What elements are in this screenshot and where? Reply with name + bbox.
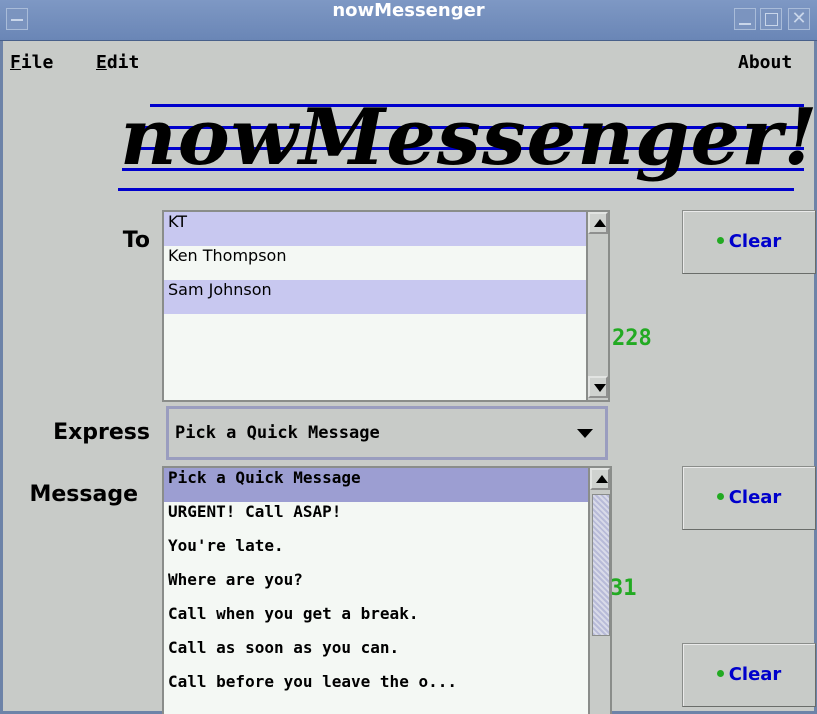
clear-recipients-button[interactable]: Clear (682, 210, 816, 274)
message-label: Message (29, 482, 138, 507)
list-item[interactable]: Call before you leave the o... (164, 672, 610, 706)
list-item[interactable]: Where are you? (164, 570, 610, 604)
quick-message-value: Pick a Quick Message (175, 423, 380, 443)
bullet-icon (716, 236, 724, 244)
logo-text: nowMessenger! (120, 92, 817, 183)
quick-message-combo[interactable]: Pick a Quick Message (166, 406, 608, 460)
message-scrollbar[interactable] (588, 468, 610, 714)
list-item[interactable]: Call as soon as you can. (164, 638, 610, 672)
character-count: 228 (612, 326, 652, 351)
list-item[interactable]: Pick a Quick Message (164, 468, 610, 502)
list-item[interactable]: Call when you get a break. (164, 604, 610, 638)
logo: nowMessenger! (0, 0, 817, 210)
scroll-up-icon[interactable] (588, 212, 608, 234)
recipients-scrollbar[interactable] (586, 212, 608, 400)
chevron-down-icon (577, 429, 593, 438)
to-label: To (122, 228, 150, 253)
clear-message-button[interactable]: Clear (682, 466, 816, 530)
express-label: Express (53, 420, 150, 445)
recipients-list[interactable]: KT Ken Thompson Sam Johnson (162, 210, 610, 402)
scroll-up-icon[interactable] (590, 468, 610, 490)
clear-button[interactable]: Clear (682, 643, 816, 707)
list-item[interactable]: URGENT! Call ASAP! (164, 502, 610, 536)
bullet-icon (716, 492, 724, 500)
list-item[interactable]: KT (164, 212, 608, 246)
bullet-icon (716, 669, 724, 677)
list-item[interactable]: Sam Johnson (164, 280, 608, 314)
list-item[interactable]: Ken Thompson (164, 246, 608, 280)
scroll-thumb[interactable] (592, 494, 610, 636)
quick-message-dropdown-list[interactable]: Pick a Quick Message URGENT! Call ASAP! … (162, 466, 612, 714)
list-item[interactable]: You're late. (164, 536, 610, 570)
scroll-down-icon[interactable] (588, 376, 608, 398)
message-count: 31 (610, 576, 637, 601)
